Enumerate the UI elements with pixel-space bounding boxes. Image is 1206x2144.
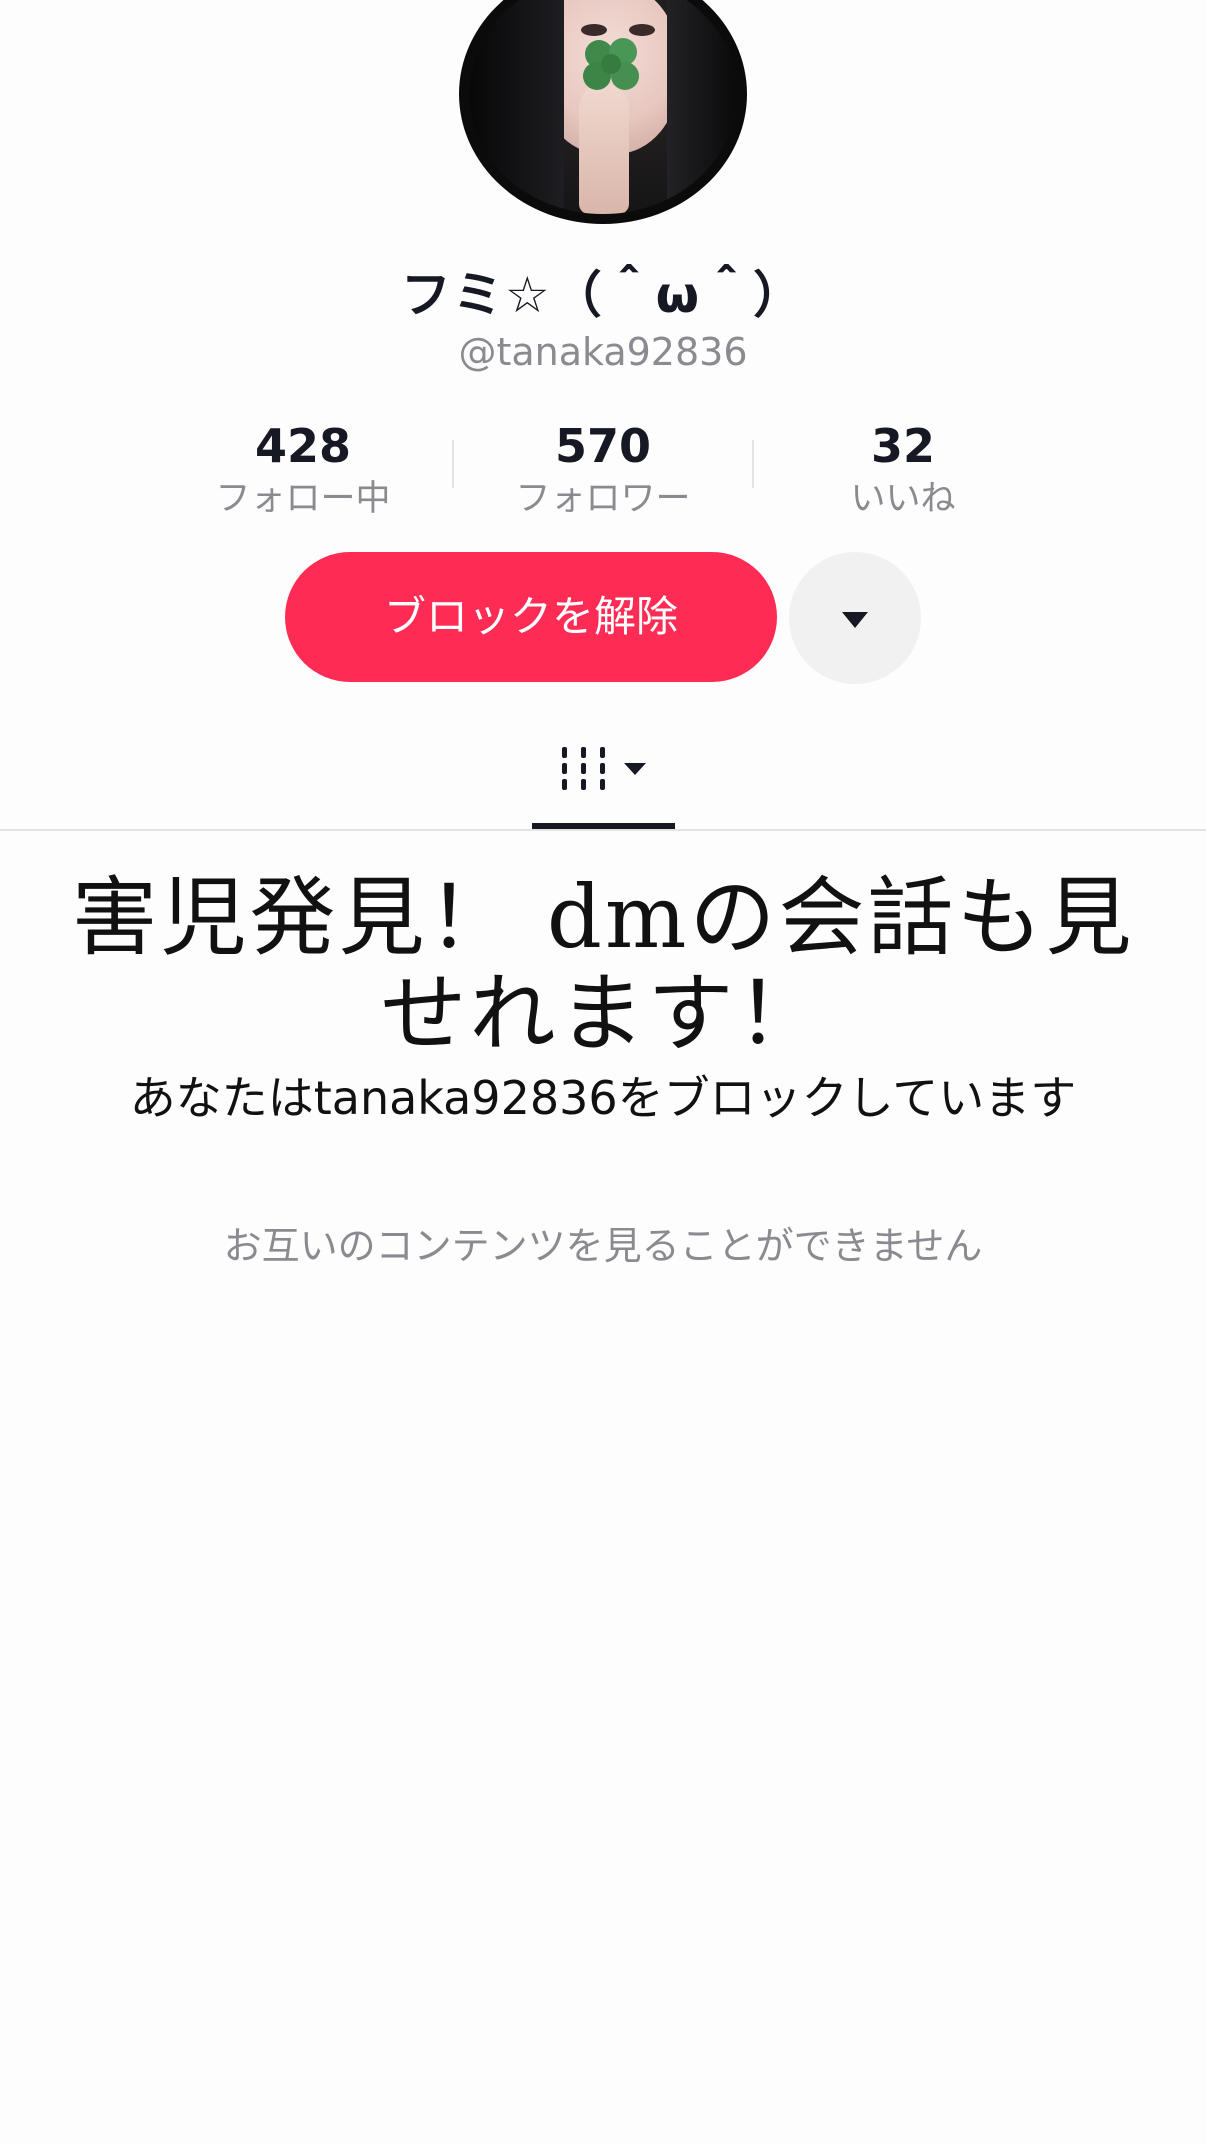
overlay-caption: 害児発見！ dmの会話も見 せれます！ (60, 870, 1146, 1062)
tab-divider (0, 829, 1206, 831)
stat-followers-count: 570 (554, 419, 652, 473)
stat-likes-label: いいね (850, 479, 956, 519)
blocked-subtitle: お互いのコンテンツを見ることができません (223, 1224, 983, 1268)
stat-following-label: フォロー中 (215, 479, 391, 519)
overlay-caption-line1: 害児発見！ dmの会話も見 (71, 868, 1135, 968)
videos-grid-icon (562, 747, 646, 790)
display-name: フミ☆（＾ω＾） (400, 266, 806, 324)
stat-following[interactable]: 428 フォロー中 (153, 418, 453, 524)
username: @tanaka92836 (458, 330, 748, 374)
overlay-caption-line2: せれます！ (380, 964, 826, 1064)
blocked-title: あなたはtanaka92836をブロックしています (129, 1071, 1077, 1125)
stat-following-count: 428 (254, 419, 352, 473)
more-options-button[interactable] (789, 552, 921, 684)
avatar[interactable] (459, 0, 747, 224)
chevron-down-icon (842, 612, 868, 628)
stat-followers[interactable]: 570 フォロワー (453, 418, 753, 524)
stat-likes-count: 32 (870, 419, 935, 473)
tab-videos[interactable] (532, 735, 674, 830)
unblock-button[interactable]: ブロックを解除 (285, 552, 777, 682)
stat-followers-label: フォロワー (515, 479, 691, 519)
avatar-photo (469, 0, 737, 214)
stat-likes[interactable]: 32 いいね (753, 418, 1053, 524)
